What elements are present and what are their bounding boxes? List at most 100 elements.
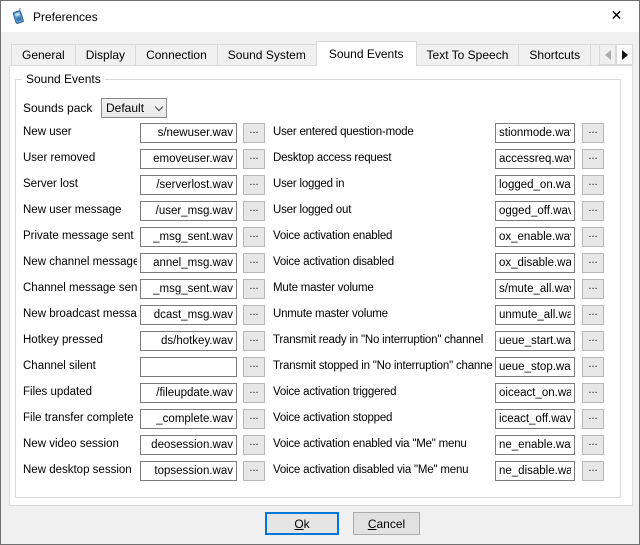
- sound-file-input[interactable]: [140, 123, 237, 143]
- sound-file-input[interactable]: [495, 279, 575, 299]
- event-label: Voice activation disabled via "Me" menu: [273, 464, 493, 476]
- sounds-pack-label: Sounds pack: [23, 101, 92, 115]
- sound-file-input[interactable]: [495, 175, 575, 195]
- sound-file-input[interactable]: [140, 409, 237, 429]
- sound-event-row: New broadcast message...Unmute master vo…: [1, 303, 640, 329]
- tab-sound-events[interactable]: Sound Events: [316, 41, 417, 66]
- sound-event-row: New video session... Voice activation ena…: [1, 433, 640, 459]
- sound-file-input[interactable]: [495, 383, 575, 403]
- browse-button[interactable]: ...: [243, 149, 265, 169]
- browse-button[interactable]: ...: [582, 175, 604, 195]
- event-label: New channel message: [23, 256, 137, 268]
- event-label: User entered question-mode: [273, 126, 493, 138]
- sound-file-input[interactable]: [140, 305, 237, 325]
- browse-button[interactable]: ...: [582, 279, 604, 299]
- ok-button[interactable]: Ok: [265, 512, 339, 535]
- browse-button[interactable]: ...: [243, 253, 265, 273]
- sound-event-row: User removed... Desktop access request...: [1, 147, 640, 173]
- tab-connection[interactable]: Connection: [135, 44, 218, 66]
- close-button[interactable]: ✕: [594, 1, 639, 31]
- sound-file-input[interactable]: [495, 435, 575, 455]
- cancel-button[interactable]: Cancel: [353, 512, 420, 535]
- browse-button[interactable]: ...: [243, 331, 265, 351]
- sound-file-input[interactable]: [495, 253, 575, 273]
- sound-file-input[interactable]: [495, 409, 575, 429]
- event-label: Server lost: [23, 178, 137, 190]
- browse-button[interactable]: ...: [582, 409, 604, 429]
- app-icon: [10, 8, 27, 25]
- sound-file-input[interactable]: [140, 227, 237, 247]
- event-label: New video session: [23, 438, 137, 450]
- sound-event-row: Files updated... Voice activation trigger…: [1, 381, 640, 407]
- chevron-down-icon: [155, 102, 163, 110]
- selected-sounds-pack: Default: [106, 101, 156, 115]
- tab-scroll-right-button[interactable]: [616, 44, 633, 65]
- sound-file-input[interactable]: [140, 201, 237, 221]
- event-label: Files updated: [23, 386, 137, 398]
- sound-file-input[interactable]: [140, 175, 237, 195]
- sound-file-input[interactable]: [495, 357, 575, 377]
- browse-button[interactable]: ...: [243, 201, 265, 221]
- browse-button[interactable]: ...: [582, 461, 604, 481]
- sound-file-input[interactable]: [140, 253, 237, 273]
- sound-file-input[interactable]: [495, 149, 575, 169]
- browse-button[interactable]: ...: [582, 123, 604, 143]
- preferences-window: Preferences ✕ GeneralDisplayConnectionSo…: [0, 0, 640, 545]
- sound-file-input[interactable]: [495, 461, 575, 481]
- sound-file-input[interactable]: [140, 435, 237, 455]
- browse-button[interactable]: ...: [243, 461, 265, 481]
- tab-display[interactable]: Display: [75, 44, 136, 66]
- browse-button[interactable]: ...: [582, 227, 604, 247]
- sound-file-input[interactable]: [140, 279, 237, 299]
- event-label: Voice activation enabled via "Me" menu: [273, 438, 493, 450]
- tab-shortcuts[interactable]: Shortcuts: [518, 44, 591, 66]
- sound-file-input[interactable]: [495, 331, 575, 351]
- sound-file-input[interactable]: [140, 357, 237, 377]
- sound-file-input[interactable]: [495, 201, 575, 221]
- tab-video[interactable]: Video: [590, 44, 599, 66]
- sound-file-input[interactable]: [495, 305, 575, 325]
- sound-file-input[interactable]: [495, 123, 575, 143]
- tab-general[interactable]: General: [11, 44, 76, 66]
- browse-button[interactable]: ...: [243, 357, 265, 377]
- browse-button[interactable]: ...: [582, 149, 604, 169]
- browse-button[interactable]: ...: [243, 227, 265, 247]
- sound-file-input[interactable]: [140, 383, 237, 403]
- event-label: New user: [23, 126, 137, 138]
- tab-text-to-speech[interactable]: Text To Speech: [416, 44, 520, 66]
- browse-button[interactable]: ...: [582, 253, 604, 273]
- sound-file-input[interactable]: [140, 331, 237, 351]
- browse-button[interactable]: ...: [582, 201, 604, 221]
- event-label: User logged in: [273, 178, 493, 190]
- browse-button[interactable]: ...: [582, 331, 604, 351]
- sound-events-rows: New user... User entered question-mode...…: [1, 121, 640, 485]
- tab-sound-system[interactable]: Sound System: [217, 44, 317, 66]
- sound-event-row: Channel silent...Transmit stopped in "No…: [1, 355, 640, 381]
- sound-file-input[interactable]: [495, 227, 575, 247]
- browse-button[interactable]: ...: [243, 383, 265, 403]
- browse-button[interactable]: ...: [243, 305, 265, 325]
- browse-button[interactable]: ...: [582, 305, 604, 325]
- browse-button[interactable]: ...: [582, 383, 604, 403]
- event-label: Channel silent: [23, 360, 137, 372]
- browse-button[interactable]: ...: [582, 357, 604, 377]
- sound-file-input[interactable]: [140, 461, 237, 481]
- event-label: Desktop access request: [273, 152, 493, 164]
- event-label: Channel message sent: [23, 282, 137, 294]
- browse-button[interactable]: ...: [243, 409, 265, 429]
- sounds-pack-select[interactable]: Default: [101, 98, 167, 118]
- event-label: Voice activation triggered: [273, 386, 493, 398]
- sound-event-row: New channel message...Voice activation d…: [1, 251, 640, 277]
- browse-button[interactable]: ...: [243, 175, 265, 195]
- sound-event-row: Channel message sent... Mute master volum…: [1, 277, 640, 303]
- event-label: User logged out: [273, 204, 493, 216]
- browse-button[interactable]: ...: [243, 279, 265, 299]
- window-titlebar: Preferences ✕: [1, 1, 639, 32]
- sound-file-input[interactable]: [140, 149, 237, 169]
- browse-button[interactable]: ...: [243, 123, 265, 143]
- event-label: User removed: [23, 152, 137, 164]
- browse-button[interactable]: ...: [582, 435, 604, 455]
- browse-button[interactable]: ...: [243, 435, 265, 455]
- tab-scroll-left-button[interactable]: [599, 44, 616, 65]
- event-label: Mute master volume: [273, 282, 493, 294]
